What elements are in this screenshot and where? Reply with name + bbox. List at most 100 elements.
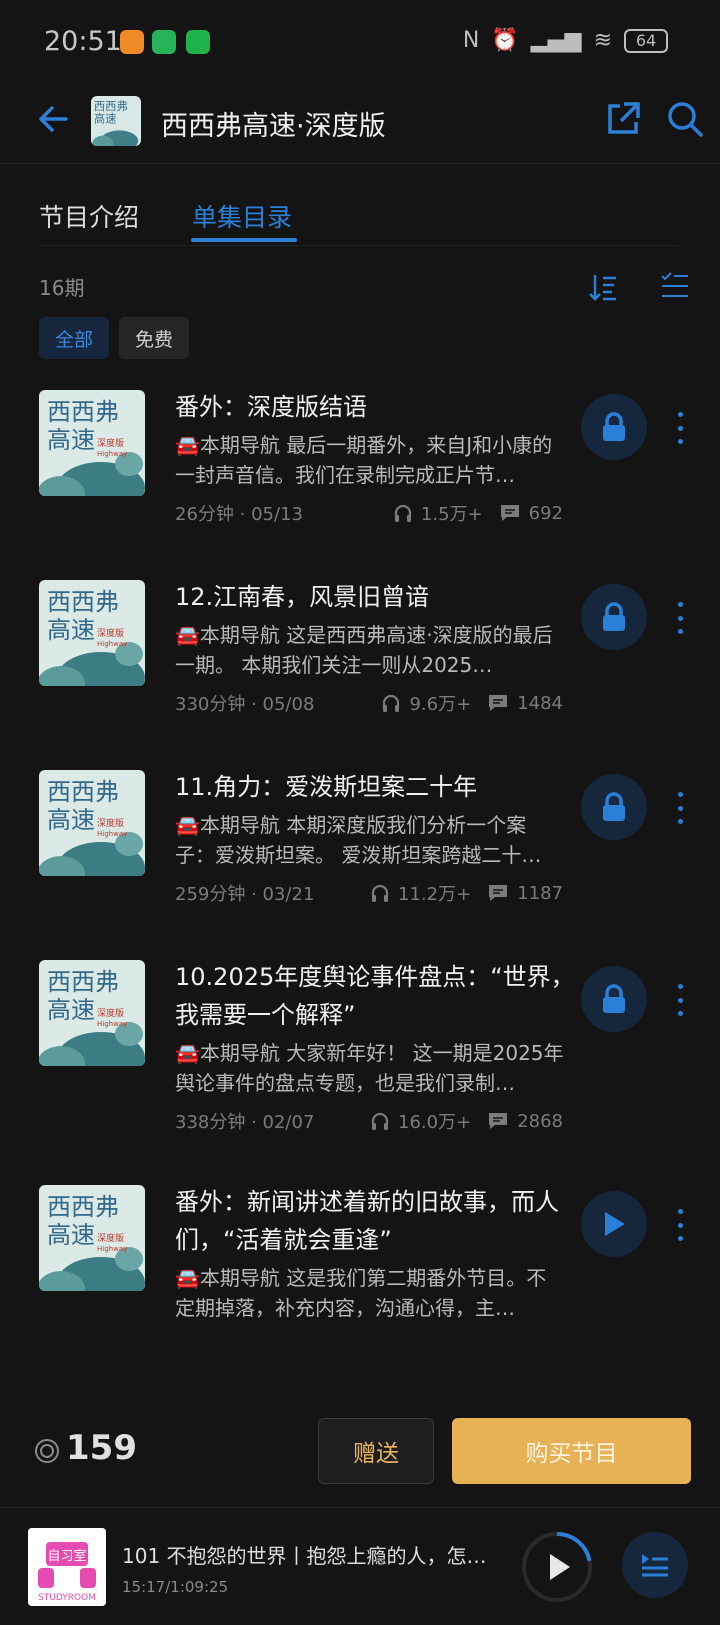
episode-list: 西西弗 高速 深度版 Highway 番外：深度版结语 🚘本期导航 最后一期番外，来自…: [0, 380, 720, 1392]
episode-title: 12.江南春，风景旧曾谙: [175, 583, 430, 611]
gift-button[interactable]: 赠送: [318, 1418, 434, 1484]
episode-plays: 16.0万+: [398, 1112, 472, 1133]
comment-icon: [489, 885, 508, 901]
episode-comments: 1484: [517, 692, 563, 714]
wechat-icon: [186, 30, 210, 54]
episode-item[interactable]: 西西弗 高速 深度版 Highway 番外：新闻讲述着新的旧故事，而人们，“活着就会重…: [0, 1175, 720, 1392]
coin-icon: [34, 1438, 60, 1468]
svg-text:西西弗: 西西弗: [47, 778, 119, 806]
lock-icon: [603, 792, 625, 821]
svg-text:Highway: Highway: [97, 1245, 127, 1253]
episode-item[interactable]: 西西弗 高速 深度版 Highway 10.2025年度舆论事件盘点：“世界，我需要一…: [0, 950, 720, 1175]
episode-item[interactable]: 西西弗 高速 深度版 Highway 番外：深度版结语 🚘本期导航 最后一期番外，来自…: [0, 380, 720, 570]
tab-intro[interactable]: 节目介绍: [39, 198, 139, 234]
more-options-icon[interactable]: [668, 788, 692, 828]
svg-text:西西弗: 西西弗: [47, 398, 119, 426]
episode-plays: 1.5万+: [420, 504, 483, 525]
svg-text:深度版: 深度版: [97, 437, 124, 449]
episode-lock-button[interactable]: [581, 584, 647, 650]
episode-duration: 26分钟 · 05/13: [175, 504, 303, 525]
purchase-bar: 159 赠送 购买节目: [0, 1392, 720, 1508]
share-icon[interactable]: [604, 100, 642, 142]
episode-cover: 西西弗 高速 深度版 Highway: [39, 770, 145, 876]
more-options-icon[interactable]: [668, 980, 692, 1020]
signal-icon: ▂▄▆: [530, 28, 582, 53]
tab-episodes[interactable]: 单集目录: [192, 198, 292, 234]
episode-lock-button[interactable]: [581, 394, 647, 460]
filter-all[interactable]: 全部: [39, 317, 109, 359]
episode-count: 16期: [39, 276, 85, 300]
episode-meta: 26分钟 · 05/13 1.5万+ 692: [175, 500, 563, 526]
episode-duration: 330分钟 · 05/08: [175, 694, 315, 715]
mini-player[interactable]: 自习室 STUDYROOM 101 不抱怨的世界丨抱怨上瘾的人，怎么办？ 15:1…: [0, 1508, 720, 1625]
svg-text:Highway: Highway: [97, 450, 127, 458]
episode-meta: 338分钟 · 02/07 16.0万+ 2868: [175, 1108, 563, 1134]
lock-icon: [603, 602, 625, 631]
svg-text:高速: 高速: [47, 616, 95, 644]
episode-meta: 330分钟 · 05/08 9.6万+ 1484: [175, 690, 563, 716]
svg-text:高速: 高速: [47, 426, 95, 454]
episode-lock-button[interactable]: [581, 966, 647, 1032]
episode-title: 11.角力：爱泼斯坦案二十年: [175, 773, 478, 801]
svg-text:Highway: Highway: [97, 830, 127, 838]
comment-icon: [500, 505, 519, 521]
headphones-icon: [383, 694, 400, 712]
nav-bar: 西西弗 高速 西西弗高速·深度版: [0, 88, 720, 164]
lock-icon: [603, 984, 625, 1013]
episode-description: 🚘本期导航 大家新年好！ 这一期是2025年舆论事件的盘点专题，也是我们录制…: [175, 1041, 564, 1095]
episode-description: 🚘本期导航 这是我们第二期番外节目。不定期掉落，补充内容，沟通心得，主…: [175, 1266, 547, 1320]
battery-level: 64: [635, 31, 657, 50]
episode-plays: 11.2万+: [398, 884, 472, 905]
svg-text:高速: 高速: [47, 996, 95, 1024]
svg-text:Highway: Highway: [97, 1020, 127, 1028]
episode-comments: 692: [528, 502, 563, 524]
status-icons: N ⏰ ▂▄▆ ≋ 64: [463, 28, 668, 53]
episode-cover: 西西弗 高速 深度版 Highway: [39, 1185, 145, 1291]
back-arrow-icon[interactable]: [36, 102, 70, 140]
episode-item[interactable]: 西西弗 高速 深度版 Highway 11.角力：爱泼斯坦案二十年 🚘本期导航 本期深…: [0, 760, 720, 950]
headphones-icon: [371, 1112, 389, 1130]
tab-indicator: [191, 238, 297, 242]
player-cover-sub: STUDYROOM: [38, 1593, 96, 1603]
player-cover-title: 自习室: [47, 1548, 86, 1564]
sort-icon[interactable]: [588, 272, 618, 306]
episode-description: 🚘本期导航 本期深度版我们分析一个案子：爱泼斯坦案。 爱泼斯坦案跨越二十…: [175, 813, 542, 867]
svg-text:高速: 高速: [47, 806, 95, 834]
svg-text:高速: 高速: [47, 1221, 95, 1249]
comment-icon: [489, 695, 508, 711]
episode-item[interactable]: 西西弗 高速 深度版 Highway 12.江南春，风景旧曾谙 🚘本期导航 这是西西弗…: [0, 570, 720, 760]
status-bar: 20:51 N ⏰ ▂▄▆ ≋ 64: [0, 0, 720, 88]
svg-text:西西弗: 西西弗: [47, 968, 119, 996]
episode-comments: 2868: [517, 1110, 563, 1132]
more-options-icon[interactable]: [668, 598, 692, 638]
episode-duration: 259分钟 · 03/21: [175, 884, 315, 905]
episode-title: 10.2025年度舆论事件盘点：“世界，我需要一个解释”: [175, 963, 575, 1029]
episode-plays: 9.6万+: [409, 694, 472, 715]
alarm-icon: ⏰: [491, 28, 519, 53]
coin-balance: 159: [66, 1428, 137, 1468]
search-icon[interactable]: [666, 100, 704, 142]
playlist-button[interactable]: [622, 1532, 688, 1598]
nfc-icon: N: [462, 28, 480, 53]
svg-text:高速: 高速: [94, 111, 117, 125]
buy-program-button[interactable]: 购买节目: [452, 1418, 691, 1484]
svg-text:深度版: 深度版: [97, 1007, 124, 1019]
episode-lock-button[interactable]: [581, 774, 647, 840]
play-icon: [550, 1554, 570, 1580]
svg-text:西西弗: 西西弗: [47, 588, 119, 616]
player-play-button[interactable]: [520, 1530, 594, 1608]
episode-play-button[interactable]: [581, 1191, 647, 1257]
player-time: 15:17/1:09:25: [122, 1578, 229, 1596]
more-options-icon[interactable]: [668, 408, 692, 448]
timer-app-icon: [152, 30, 176, 54]
more-options-icon[interactable]: [668, 1205, 692, 1245]
tab-bar: 节目介绍 单集目录: [39, 192, 679, 246]
episode-cover: 西西弗 高速 深度版 Highway: [39, 960, 145, 1066]
filter-free[interactable]: 免费: [119, 317, 189, 359]
episode-description: 🚘本期导航 最后一期番外，来自J和小康的一封声音信。我们在录制完成正片节…: [175, 433, 553, 487]
lock-icon: [603, 412, 625, 441]
svg-text:深度版: 深度版: [97, 817, 124, 829]
episode-comments: 1187: [517, 882, 563, 904]
multi-select-icon[interactable]: [660, 270, 690, 306]
player-cover: 自习室 STUDYROOM: [28, 1528, 106, 1606]
